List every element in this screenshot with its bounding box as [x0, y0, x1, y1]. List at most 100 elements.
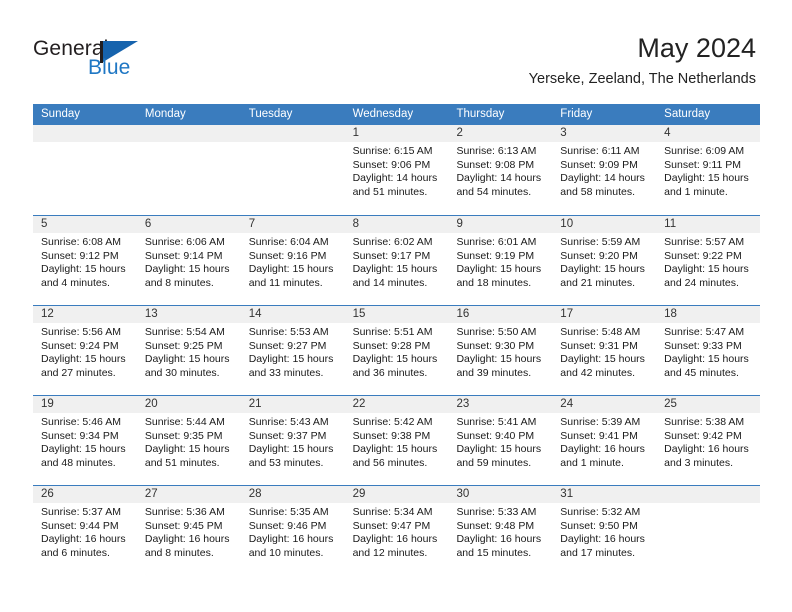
page-title: May 2024	[637, 33, 756, 63]
day-number: 25	[664, 398, 677, 410]
day-number: 4	[664, 127, 671, 139]
day-cell[interactable]: 17 Sunrise: 5:48 AM Sunset: 9:31 PM Dayligh…	[552, 306, 657, 395]
sunrise-text: Sunrise: 5:36 AM	[144, 506, 225, 518]
day-number: 16	[456, 308, 470, 320]
day-cell[interactable]: 31 Sunrise: 5:32 AM Sunset: 9:50 PM Dayligh…	[552, 486, 657, 575]
daylight-text: Daylight: 15 hours	[41, 263, 126, 276]
day-details: Sunrise: 5:41 AM Sunset: 9:40 PM Daylight:…	[448, 413, 552, 470]
day-cell[interactable]: 25 Sunrise: 5:38 AM Sunset: 9:42 PM Dayligh…	[656, 396, 761, 485]
daylight-text-cont: and 3 minutes.	[664, 456, 734, 469]
sunset-text: Sunset: 9:44 PM	[41, 519, 119, 532]
day-details: Sunrise: 5:35 AM Sunset: 9:46 PM Daylight:…	[241, 503, 345, 560]
day-number-bar: 30	[448, 486, 553, 503]
day-cell[interactable]: 26 Sunrise: 5:37 AM Sunset: 9:44 PM Dayligh…	[33, 486, 137, 575]
daylight-text-cont: and 54 minutes.	[456, 185, 532, 198]
day-cell[interactable]: 4 Sunrise: 6:09 AM Sunset: 9:11 PM Daylight…	[656, 125, 761, 215]
sunset-text: Sunset: 9:48 PM	[456, 519, 535, 532]
day-number: 13	[144, 308, 158, 320]
calendar-weeks: 1 Sunrise: 6:15 AM Sunset: 9:06 PM Daylight…	[33, 125, 761, 575]
day-cell[interactable]: 29 Sunrise: 5:34 AM Sunset: 9:47 PM Dayligh…	[344, 486, 449, 575]
day-cell[interactable]: 12 Sunrise: 5:56 AM Sunset: 9:24 PM Dayligh…	[33, 306, 137, 395]
sunset-text: Sunset: 9:16 PM	[248, 249, 327, 262]
daylight-text-cont: and 1 minute.	[664, 185, 728, 198]
daylight-text: Daylight: 16 hours	[664, 443, 749, 456]
day-number-bar: 11	[656, 216, 761, 233]
day-number: 9	[456, 218, 463, 230]
day-number: 24	[560, 398, 574, 410]
day-number-bar: 12	[33, 306, 137, 323]
day-number: 26	[41, 488, 54, 500]
day-cell[interactable]: 2 Sunrise: 6:13 AM Sunset: 9:08 PM Daylight…	[448, 125, 553, 215]
daylight-text: Daylight: 15 hours	[144, 443, 230, 456]
day-cell[interactable]: 15 Sunrise: 5:51 AM Sunset: 9:28 PM Dayligh…	[344, 306, 449, 395]
day-cell[interactable]: 9 Sunrise: 6:01 AM Sunset: 9:19 PM Daylight…	[448, 216, 553, 305]
daylight-text: Daylight: 15 hours	[352, 353, 438, 366]
daylight-text: Daylight: 15 hours	[248, 263, 334, 276]
day-cell[interactable]: 11 Sunrise: 5:57 AM Sunset: 9:22 PM Dayligh…	[656, 216, 761, 305]
daylight-text-cont: and 17 minutes.	[560, 546, 636, 559]
daylight-text-cont: and 39 minutes.	[456, 366, 532, 379]
day-details: Sunrise: 6:04 AM Sunset: 9:16 PM Daylight:…	[241, 233, 345, 290]
day-cell[interactable]: 22 Sunrise: 5:42 AM Sunset: 9:38 PM Dayligh…	[344, 396, 449, 485]
general-blue-logo[interactable]: General Blue	[33, 38, 163, 84]
day-cell[interactable]: 28 Sunrise: 5:35 AM Sunset: 9:46 PM Dayligh…	[240, 486, 345, 575]
day-number-bar: 4	[656, 125, 761, 142]
daylight-text: Daylight: 16 hours	[144, 533, 230, 546]
day-cell[interactable]: 10 Sunrise: 5:59 AM Sunset: 9:20 PM Dayligh…	[552, 216, 657, 305]
daylight-text-cont: and 30 minutes.	[144, 366, 220, 379]
day-cell-empty	[33, 125, 137, 215]
day-cell[interactable]: 23 Sunrise: 5:41 AM Sunset: 9:40 PM Dayligh…	[448, 396, 553, 485]
day-cell[interactable]: 3 Sunrise: 6:11 AM Sunset: 9:09 PM Daylight…	[552, 125, 657, 215]
sunrise-text: Sunrise: 6:08 AM	[41, 236, 121, 248]
day-cell[interactable]: 6 Sunrise: 6:06 AM Sunset: 9:14 PM Daylight…	[136, 216, 241, 305]
sunrise-text: Sunrise: 5:46 AM	[41, 416, 121, 428]
day-number: 28	[248, 488, 262, 500]
daylight-text-cont: and 12 minutes.	[352, 546, 428, 559]
daylight-text-cont: and 58 minutes.	[560, 185, 636, 198]
sunset-text: Sunset: 9:28 PM	[352, 339, 431, 352]
daylight-text-cont: and 45 minutes.	[664, 366, 739, 379]
daylight-text-cont: and 1 minute.	[560, 456, 624, 469]
day-number: 22	[352, 398, 366, 410]
daylight-text-cont: and 59 minutes.	[456, 456, 532, 469]
day-cell[interactable]: 19 Sunrise: 5:46 AM Sunset: 9:34 PM Dayligh…	[33, 396, 137, 485]
day-cell[interactable]: 27 Sunrise: 5:36 AM Sunset: 9:45 PM Dayligh…	[136, 486, 241, 575]
calendar-week-row: 26 Sunrise: 5:37 AM Sunset: 9:44 PM Dayligh…	[33, 485, 761, 575]
day-number-bar: 15	[344, 306, 449, 323]
sunrise-text: Sunrise: 5:48 AM	[560, 326, 641, 338]
calendar-week-row: 1 Sunrise: 6:15 AM Sunset: 9:06 PM Daylight…	[33, 125, 761, 215]
daylight-text: Daylight: 16 hours	[560, 533, 645, 546]
day-cell[interactable]: 21 Sunrise: 5:43 AM Sunset: 9:37 PM Dayligh…	[240, 396, 345, 485]
day-details: Sunrise: 5:44 AM Sunset: 9:35 PM Daylight:…	[137, 413, 241, 470]
day-cell[interactable]: 7 Sunrise: 6:04 AM Sunset: 9:16 PM Daylight…	[240, 216, 345, 305]
day-number-bar: 23	[448, 396, 553, 413]
day-cell[interactable]: 20 Sunrise: 5:44 AM Sunset: 9:35 PM Dayligh…	[136, 396, 241, 485]
day-number-bar: 3	[552, 125, 657, 142]
day-cell[interactable]: 13 Sunrise: 5:54 AM Sunset: 9:25 PM Dayligh…	[136, 306, 241, 395]
day-number-bar: 21	[240, 396, 345, 413]
daylight-text-cont: and 15 minutes.	[456, 546, 532, 559]
day-cell[interactable]: 18 Sunrise: 5:47 AM Sunset: 9:33 PM Dayligh…	[656, 306, 761, 395]
daylight-text: Daylight: 15 hours	[352, 443, 438, 456]
sunrise-text: Sunrise: 6:06 AM	[144, 236, 225, 248]
day-cell[interactable]: 1 Sunrise: 6:15 AM Sunset: 9:06 PM Daylight…	[344, 125, 449, 215]
daylight-text: Daylight: 15 hours	[248, 353, 334, 366]
sunset-text: Sunset: 9:12 PM	[41, 249, 119, 262]
day-number: 8	[352, 218, 359, 230]
daylight-text: Daylight: 15 hours	[456, 443, 542, 456]
day-number-bar: 29	[344, 486, 449, 503]
sunset-text: Sunset: 9:08 PM	[456, 158, 535, 171]
day-cell[interactable]: 14 Sunrise: 5:53 AM Sunset: 9:27 PM Dayligh…	[240, 306, 345, 395]
sunset-text: Sunset: 9:31 PM	[560, 339, 638, 352]
sunset-text: Sunset: 9:17 PM	[352, 249, 431, 262]
day-cell[interactable]: 16 Sunrise: 5:50 AM Sunset: 9:30 PM Dayligh…	[448, 306, 553, 395]
day-cell[interactable]: 24 Sunrise: 5:39 AM Sunset: 9:41 PM Dayligh…	[552, 396, 657, 485]
day-number: 1	[352, 127, 359, 139]
day-cell[interactable]: 30 Sunrise: 5:33 AM Sunset: 9:48 PM Dayligh…	[448, 486, 553, 575]
day-number: 7	[248, 218, 256, 230]
day-cell[interactable]: 5 Sunrise: 6:08 AM Sunset: 9:12 PM Daylight…	[33, 216, 137, 305]
day-cell[interactable]: 8 Sunrise: 6:02 AM Sunset: 9:17 PM Daylight…	[344, 216, 449, 305]
day-details: Sunrise: 5:47 AM Sunset: 9:33 PM Daylight:…	[656, 323, 760, 380]
sunrise-text: Sunrise: 6:04 AM	[248, 236, 329, 248]
sunrise-text: Sunrise: 5:51 AM	[352, 326, 433, 338]
